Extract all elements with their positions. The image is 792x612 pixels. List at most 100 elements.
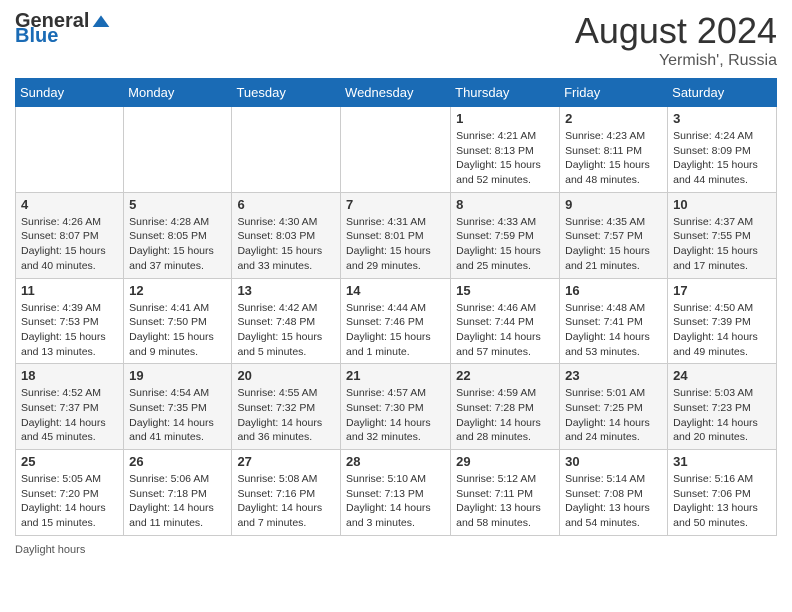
day-number: 29	[456, 454, 554, 469]
title-section: August 2024 Yermish', Russia	[575, 10, 777, 70]
logo-blue-text: Blue	[15, 25, 58, 48]
day-number: 22	[456, 368, 554, 383]
day-info: Sunrise: 4:50 AM Sunset: 7:39 PM Dayligh…	[673, 301, 771, 360]
day-info: Sunrise: 4:28 AM Sunset: 8:05 PM Dayligh…	[129, 215, 226, 274]
calendar-cell: 14 Sunrise: 4:44 AM Sunset: 7:46 PM Dayli…	[341, 278, 451, 364]
day-info: Sunrise: 5:06 AM Sunset: 7:18 PM Dayligh…	[129, 472, 226, 531]
calendar-cell: 5 Sunrise: 4:28 AM Sunset: 8:05 PM Daylig…	[124, 192, 232, 278]
day-number: 7	[346, 197, 445, 212]
day-info: Sunrise: 4:59 AM Sunset: 7:28 PM Dayligh…	[456, 386, 554, 445]
calendar-day-header-monday: Monday	[124, 79, 232, 107]
day-number: 19	[129, 368, 226, 383]
day-info: Sunrise: 4:26 AM Sunset: 8:07 PM Dayligh…	[21, 215, 118, 274]
calendar-cell: 16 Sunrise: 4:48 AM Sunset: 7:41 PM Dayli…	[560, 278, 668, 364]
day-number: 18	[21, 368, 118, 383]
day-info: Sunrise: 4:30 AM Sunset: 8:03 PM Dayligh…	[237, 215, 335, 274]
calendar-cell: 18 Sunrise: 4:52 AM Sunset: 7:37 PM Dayli…	[16, 364, 124, 450]
calendar-cell: 31 Sunrise: 5:16 AM Sunset: 7:06 PM Dayli…	[668, 450, 777, 536]
day-info: Sunrise: 4:35 AM Sunset: 7:57 PM Dayligh…	[565, 215, 662, 274]
day-number: 23	[565, 368, 662, 383]
day-info: Sunrise: 4:57 AM Sunset: 7:30 PM Dayligh…	[346, 386, 445, 445]
calendar-cell: 6 Sunrise: 4:30 AM Sunset: 8:03 PM Daylig…	[232, 192, 341, 278]
day-info: Sunrise: 4:54 AM Sunset: 7:35 PM Dayligh…	[129, 386, 226, 445]
calendar-cell: 30 Sunrise: 5:14 AM Sunset: 7:08 PM Dayli…	[560, 450, 668, 536]
calendar-cell: 11Sunrise: 4:39 AM Sunset: 7:53 PM Dayli…	[16, 278, 124, 364]
day-info: Sunrise: 4:42 AM Sunset: 7:48 PM Dayligh…	[237, 301, 335, 360]
calendar-week-row: 1 Sunrise: 4:21 AM Sunset: 8:13 PM Daylig…	[16, 107, 777, 193]
calendar-cell: 21 Sunrise: 4:57 AM Sunset: 7:30 PM Dayli…	[341, 364, 451, 450]
calendar-cell: 8Sunrise: 4:33 AM Sunset: 7:59 PM Daylig…	[451, 192, 560, 278]
day-info: Sunrise: 4:41 AM Sunset: 7:50 PM Dayligh…	[129, 301, 226, 360]
day-info: Sunrise: 4:31 AM Sunset: 8:01 PM Dayligh…	[346, 215, 445, 274]
calendar-day-header-thursday: Thursday	[451, 79, 560, 107]
day-number: 3	[673, 111, 771, 126]
day-info: Sunrise: 5:10 AM Sunset: 7:13 PM Dayligh…	[346, 472, 445, 531]
day-number: 1	[456, 111, 554, 126]
calendar-cell: 15Sunrise: 4:46 AM Sunset: 7:44 PM Dayli…	[451, 278, 560, 364]
day-number: 9	[565, 197, 662, 212]
day-info: Sunrise: 4:48 AM Sunset: 7:41 PM Dayligh…	[565, 301, 662, 360]
footer: Daylight hours	[15, 544, 777, 556]
day-info: Sunrise: 4:44 AM Sunset: 7:46 PM Dayligh…	[346, 301, 445, 360]
location-subtitle: Yermish', Russia	[575, 52, 777, 70]
calendar-cell: 3 Sunrise: 4:24 AM Sunset: 8:09 PM Daylig…	[668, 107, 777, 193]
day-info: Sunrise: 5:16 AM Sunset: 7:06 PM Dayligh…	[673, 472, 771, 531]
calendar-cell: 23 Sunrise: 5:01 AM Sunset: 7:25 PM Dayli…	[560, 364, 668, 450]
day-number: 12	[129, 283, 226, 298]
calendar-cell: 9 Sunrise: 4:35 AM Sunset: 7:57 PM Daylig…	[560, 192, 668, 278]
calendar-cell: 19 Sunrise: 4:54 AM Sunset: 7:35 PM Dayli…	[124, 364, 232, 450]
calendar-cell	[124, 107, 232, 193]
calendar-cell: 10Sunrise: 4:37 AM Sunset: 7:55 PM Dayli…	[668, 192, 777, 278]
calendar-cell: 20Sunrise: 4:55 AM Sunset: 7:32 PM Dayli…	[232, 364, 341, 450]
calendar-day-header-friday: Friday	[560, 79, 668, 107]
calendar-day-header-tuesday: Tuesday	[232, 79, 341, 107]
day-number: 21	[346, 368, 445, 383]
day-info: Sunrise: 4:46 AM Sunset: 7:44 PM Dayligh…	[456, 301, 554, 360]
day-number: 5	[129, 197, 226, 212]
day-info: Sunrise: 5:14 AM Sunset: 7:08 PM Dayligh…	[565, 472, 662, 531]
day-info: Sunrise: 4:21 AM Sunset: 8:13 PM Dayligh…	[456, 129, 554, 188]
day-number: 30	[565, 454, 662, 469]
daylight-label: Daylight hours	[15, 544, 85, 556]
day-number: 13	[237, 283, 335, 298]
day-number: 16	[565, 283, 662, 298]
calendar-day-header-saturday: Saturday	[668, 79, 777, 107]
calendar-week-row: 4 Sunrise: 4:26 AM Sunset: 8:07 PM Daylig…	[16, 192, 777, 278]
day-number: 4	[21, 197, 118, 212]
day-info: Sunrise: 4:37 AM Sunset: 7:55 PM Dayligh…	[673, 215, 771, 274]
day-number: 31	[673, 454, 771, 469]
day-info: Sunrise: 4:33 AM Sunset: 7:59 PM Dayligh…	[456, 215, 554, 274]
calendar-cell: 29Sunrise: 5:12 AM Sunset: 7:11 PM Dayli…	[451, 450, 560, 536]
logo: General Blue	[15, 10, 111, 48]
day-number: 26	[129, 454, 226, 469]
day-info: Sunrise: 4:24 AM Sunset: 8:09 PM Dayligh…	[673, 129, 771, 188]
day-info: Sunrise: 5:08 AM Sunset: 7:16 PM Dayligh…	[237, 472, 335, 531]
calendar-header-row: SundayMondayTuesdayWednesdayThursdayFrid…	[16, 79, 777, 107]
calendar-cell: 27 Sunrise: 5:08 AM Sunset: 7:16 PM Dayli…	[232, 450, 341, 536]
day-number: 14	[346, 283, 445, 298]
day-info: Sunrise: 5:05 AM Sunset: 7:20 PM Dayligh…	[21, 472, 118, 531]
day-number: 27	[237, 454, 335, 469]
day-number: 20	[237, 368, 335, 383]
day-info: Sunrise: 5:01 AM Sunset: 7:25 PM Dayligh…	[565, 386, 662, 445]
calendar-cell: 12 Sunrise: 4:41 AM Sunset: 7:50 PM Dayli…	[124, 278, 232, 364]
calendar-table: SundayMondayTuesdayWednesdayThursdayFrid…	[15, 78, 777, 536]
calendar-cell	[232, 107, 341, 193]
day-number: 24	[673, 368, 771, 383]
calendar-week-row: 11Sunrise: 4:39 AM Sunset: 7:53 PM Dayli…	[16, 278, 777, 364]
calendar-cell: 13 Sunrise: 4:42 AM Sunset: 7:48 PM Dayli…	[232, 278, 341, 364]
calendar-cell: 26 Sunrise: 5:06 AM Sunset: 7:18 PM Dayli…	[124, 450, 232, 536]
calendar-cell: 7 Sunrise: 4:31 AM Sunset: 8:01 PM Daylig…	[341, 192, 451, 278]
calendar-cell: 17Sunrise: 4:50 AM Sunset: 7:39 PM Dayli…	[668, 278, 777, 364]
day-info: Sunrise: 4:23 AM Sunset: 8:11 PM Dayligh…	[565, 129, 662, 188]
day-number: 2	[565, 111, 662, 126]
day-number: 6	[237, 197, 335, 212]
month-year-title: August 2024	[575, 10, 777, 52]
calendar-day-header-wednesday: Wednesday	[341, 79, 451, 107]
day-info: Sunrise: 4:52 AM Sunset: 7:37 PM Dayligh…	[21, 386, 118, 445]
day-number: 28	[346, 454, 445, 469]
calendar-cell	[16, 107, 124, 193]
calendar-cell: 1 Sunrise: 4:21 AM Sunset: 8:13 PM Daylig…	[451, 107, 560, 193]
day-number: 25	[21, 454, 118, 469]
calendar-cell: 28 Sunrise: 5:10 AM Sunset: 7:13 PM Dayli…	[341, 450, 451, 536]
